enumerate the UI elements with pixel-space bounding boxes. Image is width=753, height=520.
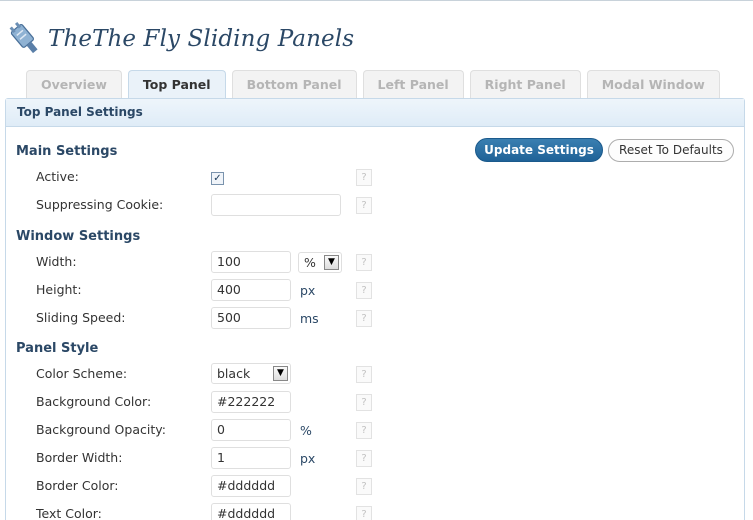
help-active-icon[interactable]: ? (356, 169, 372, 186)
color-scheme-value: black (217, 366, 251, 381)
height-input[interactable]: 400 (211, 279, 291, 301)
speed-label: Sliding Speed: (36, 310, 126, 325)
update-settings-button[interactable]: Update Settings (475, 138, 603, 162)
height-unit: px (300, 283, 316, 298)
bg-color-label: Background Color: (36, 394, 152, 409)
panel-tabs: Overview Top Panel Bottom Panel Left Pan… (26, 70, 726, 100)
bg-opacity-input[interactable]: 0 (211, 419, 291, 441)
window-settings-heading: Window Settings (16, 229, 141, 244)
tab-right-panel[interactable]: Right Panel (469, 70, 581, 99)
page-title: TheThe Fly Sliding Panels (48, 26, 355, 52)
help-width-icon[interactable]: ? (356, 254, 372, 271)
width-input[interactable]: 100 (211, 251, 291, 273)
bg-opacity-label: Background Opacity: (36, 422, 166, 437)
speed-input[interactable]: 500 (211, 307, 291, 329)
tab-overview[interactable]: Overview (26, 70, 122, 99)
text-color-input[interactable]: #dddddd (211, 503, 291, 520)
cookie-label: Suppressing Cookie: (36, 197, 164, 212)
border-width-label: Border Width: (36, 450, 123, 465)
text-color-label: Text Color: (36, 506, 102, 520)
chevron-down-icon: ▼ (324, 255, 339, 270)
help-cookie-icon[interactable]: ? (356, 197, 372, 214)
border-width-input[interactable]: 1 (211, 447, 291, 469)
color-scheme-select[interactable]: black ▼ (211, 363, 291, 384)
tab-top-panel[interactable]: Top Panel (127, 70, 226, 100)
help-border-color-icon[interactable]: ? (356, 478, 372, 495)
speed-unit: ms (300, 311, 319, 326)
page-header: TheThe Fly Sliding Panels (8, 19, 354, 59)
active-label: Active: (36, 169, 79, 184)
chevron-down-icon: ▼ (273, 366, 288, 381)
width-label: Width: (36, 254, 77, 269)
tab-left-panel[interactable]: Left Panel (362, 70, 464, 99)
border-width-unit: px (300, 451, 316, 466)
settings-panel: Top Panel Settings Update Settings Reset… (5, 98, 745, 520)
cookie-input[interactable] (211, 194, 341, 216)
help-scheme-icon[interactable]: ? (356, 366, 372, 383)
color-scheme-label: Color Scheme: (36, 366, 128, 381)
tab-modal-window[interactable]: Modal Window (586, 70, 720, 99)
width-unit-value: % (304, 255, 316, 270)
border-color-input[interactable]: #dddddd (211, 475, 291, 497)
tab-bottom-panel[interactable]: Bottom Panel (231, 70, 357, 99)
help-bg-opacity-icon[interactable]: ? (356, 422, 372, 439)
plugin-icon (9, 21, 38, 54)
bg-opacity-unit: % (300, 423, 312, 438)
main-settings-heading: Main Settings (16, 144, 118, 159)
height-label: Height: (36, 282, 82, 297)
reset-defaults-button[interactable]: Reset To Defaults (608, 139, 734, 162)
help-bg-color-icon[interactable]: ? (356, 394, 372, 411)
border-color-label: Border Color: (36, 478, 119, 493)
help-text-color-icon[interactable]: ? (356, 506, 372, 520)
help-height-icon[interactable]: ? (356, 282, 372, 299)
bg-color-input[interactable]: #222222 (211, 391, 291, 413)
panel-style-heading: Panel Style (16, 341, 99, 356)
panel-title: Top Panel Settings (6, 99, 744, 127)
active-checkbox[interactable]: ✓ (211, 172, 224, 185)
help-border-width-icon[interactable]: ? (356, 450, 372, 467)
width-unit-select[interactable]: % ▼ (298, 252, 342, 273)
help-speed-icon[interactable]: ? (356, 310, 372, 327)
